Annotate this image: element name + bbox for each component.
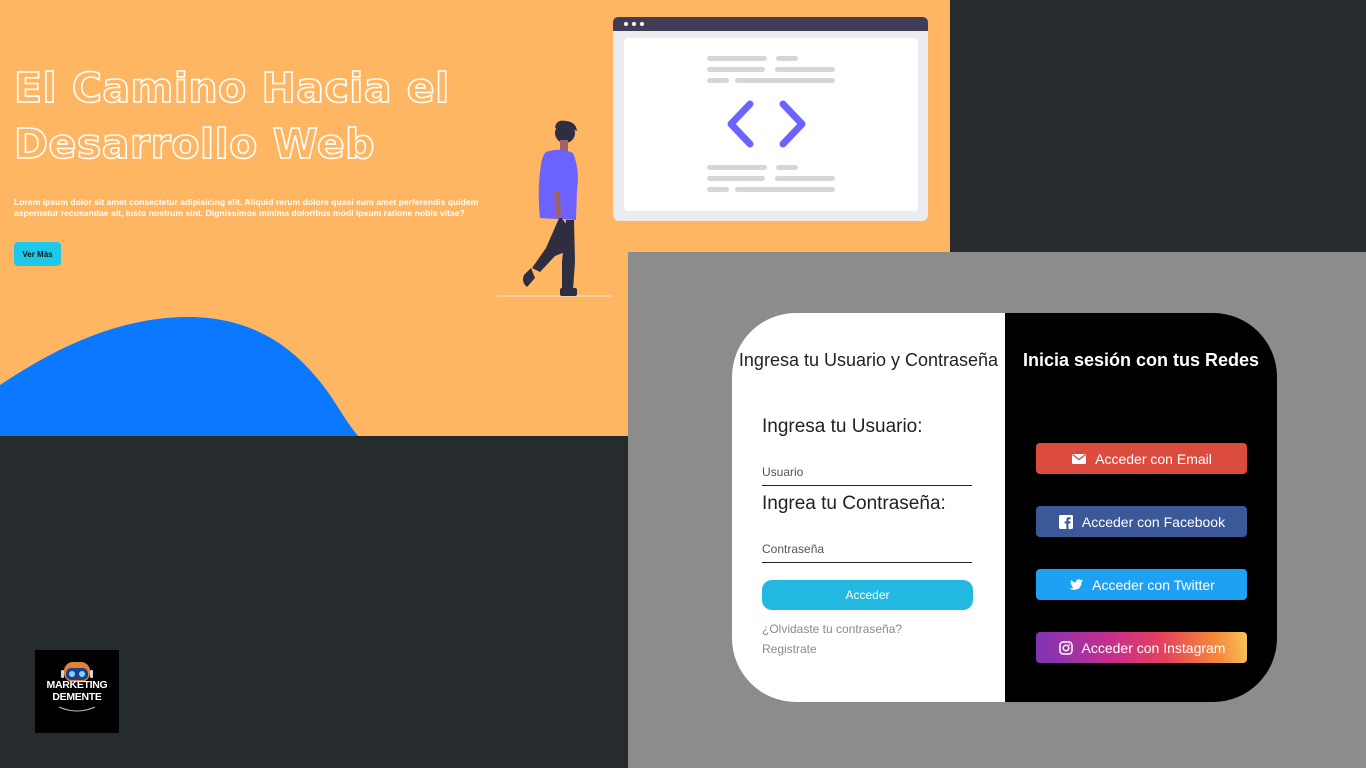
forgot-password-link[interactable]: ¿Olvidaste tu contraseña? — [762, 622, 902, 636]
password-label: Ingrea tu Contraseña: — [762, 493, 946, 514]
email-login-button[interactable]: Acceder con Email — [1036, 443, 1247, 474]
facebook-login-label: Acceder con Facebook — [1081, 513, 1226, 530]
password-input[interactable] — [762, 536, 972, 563]
acceder-submit-button[interactable]: Acceder — [762, 580, 973, 610]
logo-text-line2: DEMENTE — [52, 691, 102, 703]
username-label: Ingresa tu Usuario: — [762, 416, 923, 437]
social-login-title: Inicia sesión con tus Redes — [1022, 350, 1260, 370]
facebook-icon — [1058, 514, 1074, 530]
login-area: Ingresa tu Usuario y Contraseña Ingresa … — [628, 252, 1366, 768]
email-login-label: Acceder con Email — [1095, 450, 1212, 467]
twitter-icon — [1068, 577, 1084, 593]
browser-window-illustration — [613, 17, 928, 221]
facebook-login-button[interactable]: Acceder con Facebook — [1036, 506, 1247, 537]
login-form-panel: Ingresa tu Usuario y Contraseña Ingresa … — [732, 313, 1005, 702]
logo-swoosh — [58, 706, 96, 712]
envelope-icon — [1071, 451, 1087, 467]
twitter-login-button[interactable]: Acceder con Twitter — [1036, 569, 1247, 600]
twitter-login-label: Acceder con Twitter — [1092, 576, 1215, 593]
register-link[interactable]: Registrate — [762, 642, 817, 656]
instagram-login-label: Acceder con Instagram — [1081, 639, 1226, 656]
login-form-title: Ingresa tu Usuario y Contraseña — [738, 350, 999, 370]
marketing-demente-logo: MARKETING DEMENTE — [35, 650, 119, 733]
walking-person-illustration — [523, 120, 578, 296]
instagram-login-button[interactable]: Acceder con Instagram — [1036, 632, 1247, 663]
username-input[interactable] — [762, 459, 972, 486]
logo-text-line1: MARKETING — [46, 679, 108, 691]
social-login-panel: Inicia sesión con tus Redes Acceder con … — [1005, 313, 1277, 702]
instagram-icon — [1058, 640, 1074, 656]
